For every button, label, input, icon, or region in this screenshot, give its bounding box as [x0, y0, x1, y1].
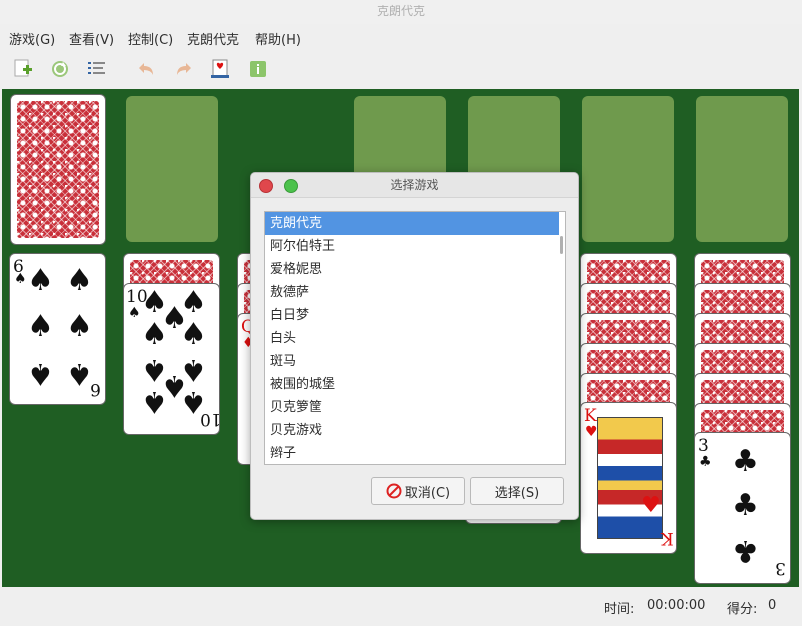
game-list-item[interactable]: 敖德萨 [265, 281, 559, 304]
club-icon: ♣ [732, 488, 759, 523]
score-value: 0 [768, 598, 777, 613]
deal-icon[interactable] [209, 58, 231, 80]
menu-klondike[interactable]: 克朗代克 [187, 29, 239, 48]
foundation-3[interactable] [582, 96, 674, 242]
select-button-label: 选择(S) [494, 485, 540, 501]
cancel-button[interactable]: 取消(C) [371, 477, 465, 505]
hint-icon[interactable] [247, 58, 269, 80]
spade-icon: ♠ [128, 305, 141, 321]
game-list-item[interactable]: 贝克箩筐 [265, 396, 559, 419]
spade-icon: ♠ [66, 309, 93, 344]
card-rank-inverted: K [661, 528, 674, 548]
game-list-item[interactable]: 被围的城堡 [265, 373, 559, 396]
score-label: 得分: [727, 602, 758, 617]
card-rank-inverted: 10 [200, 409, 220, 429]
game-list-item[interactable]: 爱格妮思 [265, 258, 559, 281]
redo-icon[interactable] [172, 58, 194, 80]
game-list-item[interactable]: 贝克游戏 [265, 419, 559, 442]
maximize-icon[interactable] [284, 179, 298, 193]
menu-game[interactable]: 游戏(G) [9, 29, 55, 48]
spade-icon: ♠ [66, 356, 93, 391]
card-three-of-clubs[interactable]: 3 ♣ ♣ ♣ ♣ 3 [694, 432, 791, 584]
stock-pile[interactable] [10, 94, 106, 245]
spade-icon: ♠ [27, 263, 54, 298]
cancel-button-label: 取消(C) [404, 485, 451, 501]
select-button[interactable]: 选择(S) [470, 477, 564, 505]
game-list-item[interactable]: 阿尔伯特王 [265, 235, 559, 258]
card-six-of-spades[interactable]: 6 ♠ ♠ ♠ ♠ ♠ ♠ ♠ 6 [9, 253, 106, 405]
game-list[interactable]: 克朗代克 阿尔伯特王 爱格妮思 敖德萨 白日梦 白头 斑马 被围的城堡 贝克箩筐… [264, 211, 566, 465]
restart-icon[interactable] [49, 58, 71, 80]
game-list-item[interactable]: 白日梦 [265, 304, 559, 327]
game-list-item-selected[interactable]: 克朗代克 [265, 212, 559, 235]
toolbar [0, 52, 802, 86]
card-ten-of-spades[interactable]: 10 ♠ ♠ ♠ ♠ ♠ ♠ ♠ ♠ ♠ ♠ ♠ 10 [123, 283, 220, 435]
spade-icon: ♠ [180, 317, 207, 352]
spade-icon: ♠ [27, 356, 54, 391]
game-list-item[interactable]: 斑马 [265, 350, 559, 373]
dialog-title: 选择游戏 [251, 173, 578, 198]
statusbar: 时间: 00:00:00 得分: 0 [0, 590, 802, 626]
club-icon: ♣ [732, 444, 759, 479]
king-portrait [597, 417, 663, 539]
card-rank-inverted: 3 [775, 558, 786, 578]
list-scrollbar[interactable] [560, 236, 563, 254]
game-list-item[interactable]: 辫子 [265, 442, 559, 464]
spade-icon: ♠ [27, 309, 54, 344]
menu-help[interactable]: 帮助(H) [255, 29, 301, 48]
menu-control[interactable]: 控制(C) [128, 29, 173, 48]
menubar: 游戏(G) 查看(V) 控制(C) 克朗代克 帮助(H) [0, 25, 802, 49]
spade-icon: ♠ [141, 317, 168, 352]
time-value: 00:00:00 [647, 598, 706, 613]
card-rank-inverted: 6 [90, 379, 101, 399]
heart-icon: ♥ [641, 493, 661, 518]
club-icon: ♣ [732, 533, 759, 568]
close-icon[interactable] [259, 179, 273, 193]
spade-icon: ♠ [14, 271, 27, 287]
waste-pile[interactable] [126, 96, 218, 242]
menu-view[interactable]: 查看(V) [69, 29, 114, 48]
undo-icon[interactable] [136, 58, 158, 80]
club-icon: ♣ [699, 454, 712, 470]
new-game-icon[interactable] [12, 58, 34, 80]
spade-icon: ♠ [66, 263, 93, 298]
choose-game-dialog: 选择游戏 克朗代克 阿尔伯特王 爱格妮思 敖德萨 白日梦 白头 斑马 被围的城堡… [250, 172, 579, 520]
card-rank: 3 [698, 436, 709, 456]
heart-icon: ♥ [585, 424, 598, 440]
window-title: 克朗代克 [0, 0, 802, 24]
time-label: 时间: [604, 602, 635, 617]
game-list-item[interactable]: 白头 [265, 327, 559, 350]
card-rank: K [584, 406, 597, 426]
foundation-4[interactable] [696, 96, 788, 242]
spade-icon: ♠ [141, 384, 168, 419]
choose-game-icon[interactable] [86, 58, 108, 80]
cancel-icon [386, 483, 402, 499]
card-king-of-hearts[interactable]: K ♥ ♥ K [580, 402, 677, 554]
